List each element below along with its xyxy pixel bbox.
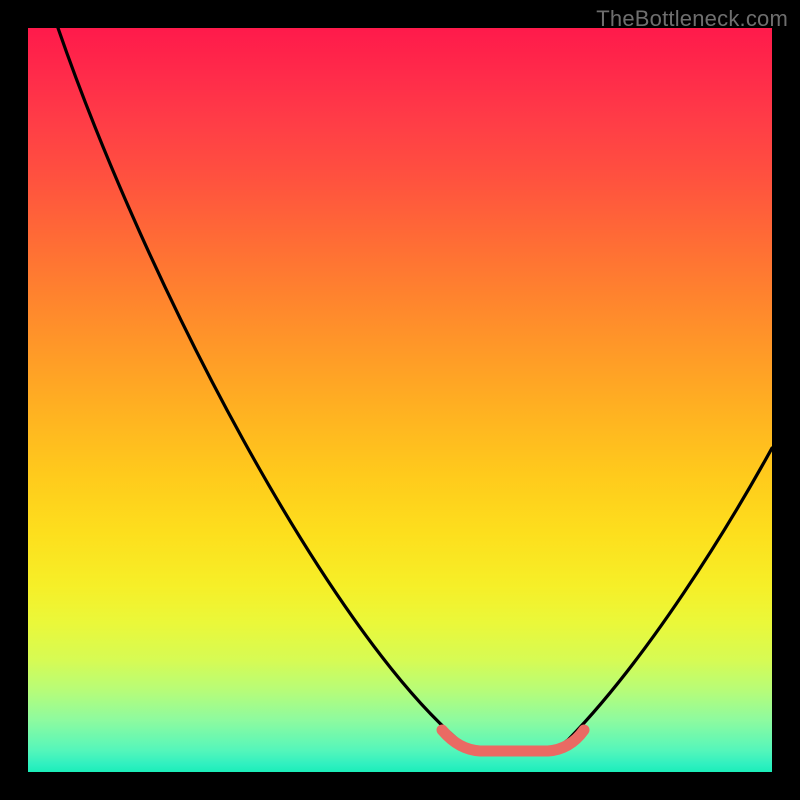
- chart-frame: TheBottleneck.com: [0, 0, 800, 800]
- watermark-text: TheBottleneck.com: [596, 6, 788, 32]
- bottleneck-curve: [58, 28, 772, 750]
- curve-layer: [28, 28, 772, 772]
- plot-area: [28, 28, 772, 772]
- optimal-zone: [442, 730, 584, 751]
